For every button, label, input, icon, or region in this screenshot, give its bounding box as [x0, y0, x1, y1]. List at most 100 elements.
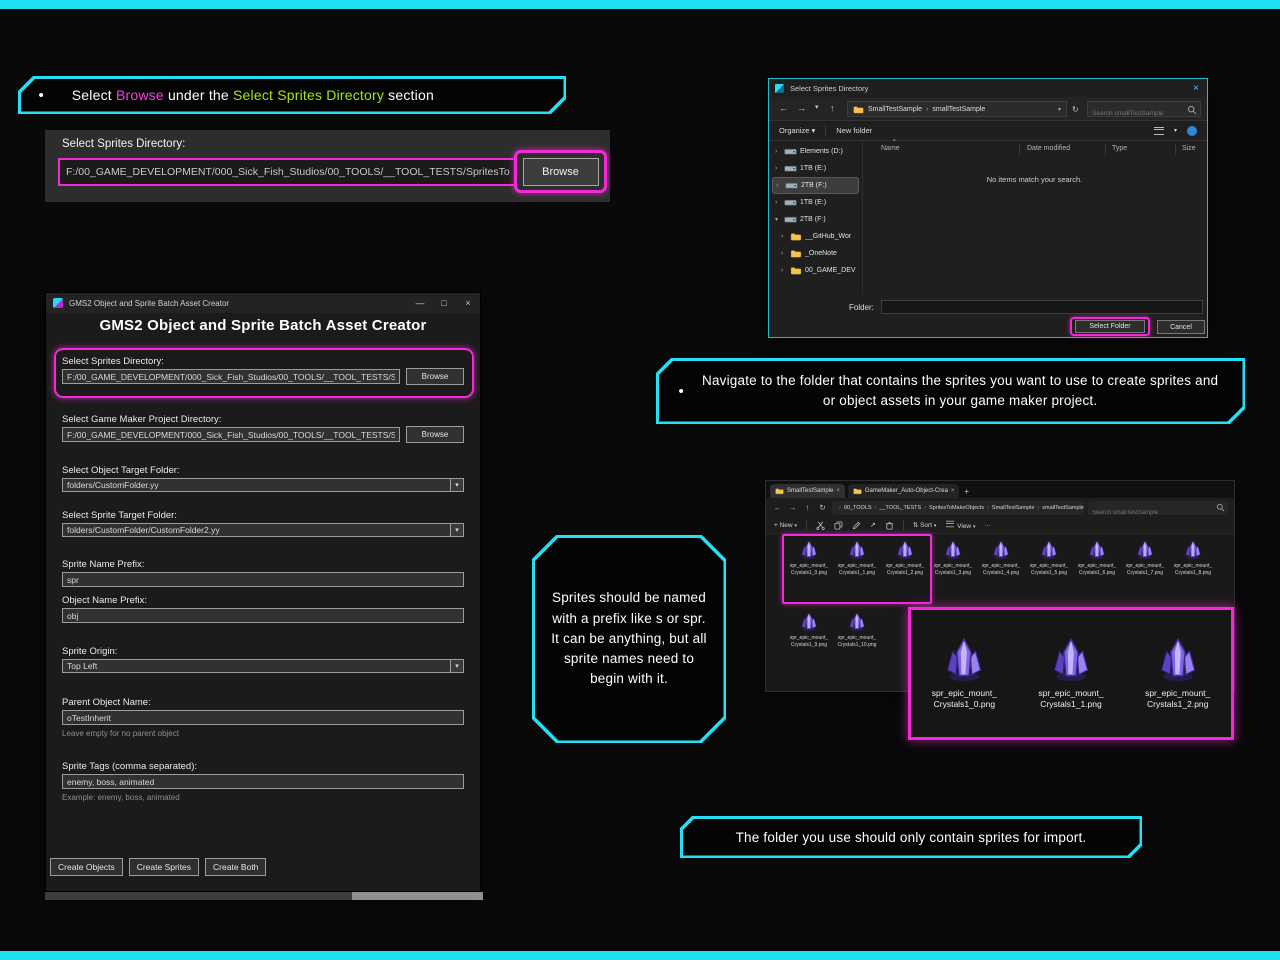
project-directory-browse-button[interactable]: Browse	[406, 426, 464, 443]
create-objects-button[interactable]: Create Objects	[50, 858, 123, 876]
dialog-search-box[interactable]	[1087, 101, 1201, 121]
tree-item-1tb-e[interactable]: › 1TB (E:)	[772, 160, 859, 177]
address-bar[interactable]: SmallTestSample › smallTestSample ▾	[847, 101, 1067, 117]
zoom-file-item: spr_epic_mount_ Crystals1_1.png	[1018, 610, 1125, 737]
up-icon[interactable]: ↑	[802, 503, 813, 512]
back-icon[interactable]: ←	[772, 503, 783, 512]
view-button[interactable]: View ▾	[945, 520, 975, 530]
tree-item-elements-d[interactable]: › Elements (D:)	[772, 143, 859, 160]
forward-icon[interactable]: →	[797, 103, 806, 113]
dialog-search-input[interactable]	[1088, 106, 1200, 121]
file-item[interactable]: spr_epic_mount_ Crystals1_5.png	[1025, 538, 1073, 604]
file-item[interactable]: spr_epic_mount_ Crystals1_10.png	[833, 610, 881, 676]
close-tab-icon[interactable]: ×	[836, 488, 840, 494]
create-both-button[interactable]: Create Both	[205, 858, 267, 876]
titlebar[interactable]: GMS2 Object and Sprite Batch Asset Creat…	[46, 293, 480, 313]
sprites-directory-label: Select Sprites Directory:	[62, 138, 186, 150]
object-target-folder-select[interactable]: folders/CustomFolder.yy ▾	[62, 478, 464, 492]
rename-icon[interactable]	[852, 521, 861, 530]
sprite-origin-select[interactable]: Top Left ▾	[62, 659, 464, 673]
chevron-down-icon[interactable]: ▾	[1174, 127, 1177, 134]
folder-icon	[790, 266, 802, 275]
breadcrumb[interactable]: › 00_TOOLS › __TOOL_TESTS › SpritesToMak…	[832, 500, 1084, 515]
back-icon[interactable]: ←	[779, 103, 788, 113]
tab-small-test-sample[interactable]: SmallTestSample ×	[770, 484, 845, 498]
chevron-down-icon[interactable]: ▾	[450, 660, 463, 672]
delete-icon[interactable]	[885, 521, 894, 530]
tree-item-2tb-f-expanded[interactable]: ▾ 2TB (F:)	[772, 211, 859, 228]
minimize-button[interactable]: —	[408, 293, 432, 313]
cut-icon[interactable]	[816, 521, 825, 530]
sort-button[interactable]: ⇅ Sort ▾	[913, 521, 937, 529]
sprite-target-folder-select[interactable]: folders/CustomFolder/CustomFolder2.yy ▾	[62, 523, 464, 537]
create-sprites-button[interactable]: Create Sprites	[128, 858, 200, 876]
refresh-icon[interactable]: ↻	[817, 503, 828, 512]
tree-item-00-game-dev-folder[interactable]: › 00_GAME_DEV	[772, 262, 859, 279]
object-prefix-input[interactable]	[62, 608, 464, 623]
copy-icon[interactable]	[834, 521, 843, 530]
close-tab-icon[interactable]: ×	[951, 488, 955, 494]
sprites-directory-input[interactable]	[62, 369, 400, 384]
sprites-directory-browse-button[interactable]: Browse	[406, 368, 464, 385]
parent-object-input[interactable]	[62, 710, 464, 725]
sprite-tags-input[interactable]	[62, 774, 464, 789]
tree-item-2tb-f-selected[interactable]: › 2TB (F:)	[772, 177, 859, 194]
chevron-right-icon: ›	[781, 267, 784, 274]
tree-item-1tb-e-2[interactable]: › 1TB (E:)	[772, 194, 859, 211]
zoom-file-item: spr_epic_mount_ Crystals1_0.png	[911, 610, 1018, 737]
project-directory-input[interactable]	[62, 427, 400, 442]
file-item[interactable]: spr_epic_mount_ Crystals1_9.png	[785, 610, 833, 676]
new-button[interactable]: + New ▾	[774, 522, 797, 529]
file-item[interactable]: spr_epic_mount_ Crystals1_4.png	[977, 538, 1025, 604]
close-button[interactable]: ×	[456, 293, 480, 313]
recent-locations-icon[interactable]: ▾	[815, 103, 819, 111]
chevron-down-icon[interactable]: ▾	[450, 524, 463, 536]
new-folder-button[interactable]: New folder	[836, 126, 872, 135]
file-item[interactable]: spr_epic_mount_ Crystals1_3.png	[929, 538, 977, 604]
sprites-directory-input[interactable]	[58, 158, 522, 186]
file-item[interactable]: spr_epic_mount_ Crystals1_8.png	[1169, 538, 1217, 604]
close-icon[interactable]: ×	[1185, 83, 1207, 94]
explorer-command-bar: + New ▾ ↗ ⇅ Sort ▾ View ▾ ···	[766, 517, 1234, 534]
crystal-sprite-thumbnail	[991, 540, 1011, 560]
maximize-button[interactable]: □	[432, 293, 456, 313]
file-item[interactable]: spr_epic_mount_ Crystals1_6.png	[1073, 538, 1121, 604]
share-icon[interactable]: ↗	[870, 521, 876, 529]
explorer-search-box[interactable]	[1088, 500, 1228, 520]
column-header-name[interactable]: Name	[881, 145, 900, 152]
forward-icon[interactable]: →	[787, 503, 798, 512]
folder-icon	[853, 105, 864, 114]
tab-gamemaker-auto-object[interactable]: GameMaker_Auto-Object-Crea ×	[847, 484, 960, 498]
explorer-tab-bar: SmallTestSample × GameMaker_Auto-Object-…	[766, 481, 1234, 498]
tree-item-onenote-folder[interactable]: › _OneNote	[772, 245, 859, 262]
organize-button[interactable]: Organize ▾	[779, 126, 815, 135]
help-icon[interactable]	[1187, 125, 1197, 136]
sprite-tags-hint: Example: enemy, boss, animated	[62, 793, 180, 802]
project-directory-label: Select Game Maker Project Directory:	[62, 414, 222, 425]
refresh-icon[interactable]: ↻	[1072, 105, 1079, 114]
column-header-date-modified[interactable]: Date modified	[1027, 145, 1070, 152]
new-tab-icon[interactable]: +	[964, 487, 969, 496]
more-icon[interactable]: ···	[984, 522, 991, 529]
view-mode-icon[interactable]	[1153, 126, 1164, 135]
folder-name-input[interactable]	[881, 300, 1203, 314]
browse-button[interactable]: Browse	[522, 157, 599, 186]
chevron-down-icon[interactable]: ▾	[1058, 106, 1061, 113]
up-icon[interactable]: ↑	[830, 103, 835, 113]
parent-object-label: Parent Object Name:	[62, 697, 151, 708]
column-header-type[interactable]: Type	[1112, 145, 1127, 152]
select-folder-highlight: Select Folder	[1070, 317, 1150, 336]
browse-button-highlight: Browse	[514, 150, 607, 193]
callout-select-browse: • Select Browse under the Select Sprites…	[18, 76, 566, 114]
cancel-button[interactable]: Cancel	[1157, 320, 1205, 334]
select-folder-button[interactable]: Select Folder	[1075, 320, 1145, 333]
background-window-scrollbar	[352, 892, 483, 900]
crystal-sprite-thumbnail	[799, 612, 819, 632]
chevron-down-icon[interactable]: ▾	[450, 479, 463, 491]
column-header-size[interactable]: Size	[1182, 145, 1196, 152]
file-item[interactable]: spr_epic_mount_ Crystals1_7.png	[1121, 538, 1169, 604]
tree-item-github-folder[interactable]: › __GitHub_Wor	[772, 228, 859, 245]
drive-icon	[784, 215, 797, 224]
dialog-titlebar[interactable]: Select Sprites Directory ×	[769, 79, 1207, 97]
sprite-prefix-input[interactable]	[62, 572, 464, 587]
